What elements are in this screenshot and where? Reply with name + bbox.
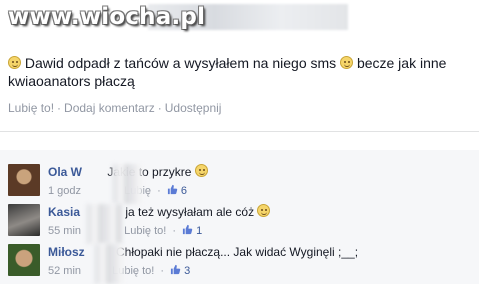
comment-time[interactable]: 1 godz (48, 185, 81, 197)
comment-like-link[interactable]: Lubię to! (124, 225, 166, 237)
like-link[interactable]: Lubię to! (8, 101, 54, 115)
comment-time[interactable]: 52 min (48, 265, 81, 277)
avatar[interactable] (8, 204, 40, 236)
post-text: Dawid odpadł z tańców a wysyłałem na nie… (8, 54, 468, 90)
comment-time[interactable]: 55 min (48, 225, 81, 237)
smiley-icon (257, 204, 271, 217)
like-count[interactable]: 6 (181, 185, 187, 197)
post-actions: Lubię to! · Dodaj komentarz · Udostępnij (8, 101, 221, 115)
comment-author[interactable]: Kasia (48, 205, 80, 219)
smiley-icon (340, 56, 354, 69)
blur-censor (112, 164, 142, 204)
comment-item: Ola W Jakie to przykre 1 godz Lubię · 6 (0, 164, 479, 204)
smiley-icon (194, 164, 208, 177)
post-text-part1: Dawid odpadł z tańców a wysyłałem na nie… (24, 55, 337, 71)
comment-meta: 1 godz Lubię · 6 (48, 183, 468, 199)
separator: · (157, 185, 161, 197)
blur-censor (86, 204, 122, 244)
share-link[interactable]: Udostępnij (165, 101, 222, 115)
thumbs-up-icon (171, 264, 181, 275)
comment-author[interactable]: Ola W (48, 165, 82, 179)
smiley-icon (8, 56, 21, 69)
like-count[interactable]: 3 (184, 265, 190, 277)
comment-text: Chłopaki nie płaczą... Jak widać Wyginęl… (116, 245, 359, 259)
avatar[interactable] (8, 164, 40, 196)
separator: · (160, 265, 165, 277)
comment-link[interactable]: Dodaj komentarz (64, 101, 155, 115)
separator: · (172, 225, 177, 237)
watermark-header: www.wiocha.pl (0, 0, 479, 40)
avatar[interactable] (8, 244, 40, 276)
comment-text: ja też wysyłałam ale cóż (125, 205, 255, 219)
comment-body: Ola W Jakie to przykre 1 godz Lubię · 6 (48, 164, 468, 199)
blur-censor (94, 244, 124, 284)
comment-item: Kasia ja też wysyłałam ale cóż 55 min Lu… (0, 204, 479, 244)
comment-author[interactable]: Miłosz (48, 245, 85, 259)
comment-item: Miłosz Chłopaki nie płaczą... Jak widać … (0, 244, 479, 284)
site-watermark: www.wiocha.pl (8, 4, 206, 30)
thumbs-up-icon (183, 224, 193, 235)
separator: · (57, 101, 62, 115)
separator: · (157, 101, 162, 115)
thumbs-up-icon (167, 184, 178, 195)
spacer (0, 132, 479, 150)
like-count[interactable]: 1 (196, 225, 202, 237)
